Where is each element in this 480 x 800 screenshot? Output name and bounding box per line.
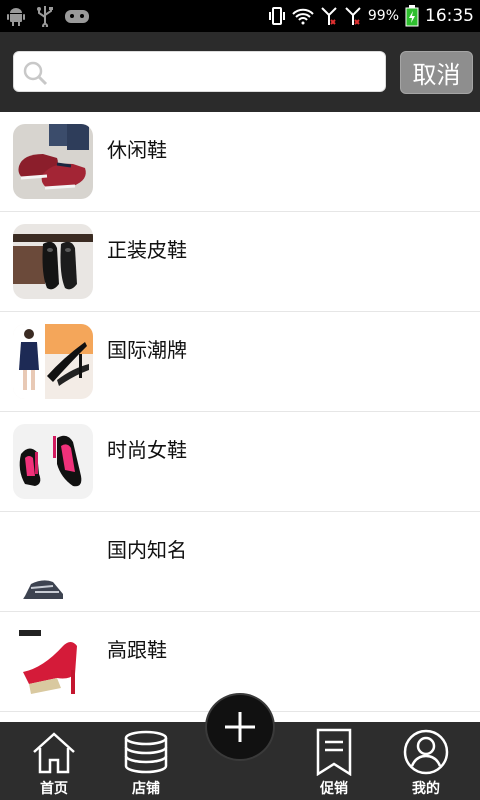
wifi-icon <box>292 8 314 25</box>
nav-item-promotion[interactable]: 促销 <box>286 722 382 800</box>
battery-percent: 99% <box>367 8 399 24</box>
bookmark-icon <box>316 728 352 776</box>
status-left <box>6 5 90 27</box>
list-item[interactable]: 正装皮鞋 <box>0 212 480 312</box>
list-item-label: 国内知名 <box>107 538 187 562</box>
status-time: 16:35 <box>425 6 474 26</box>
status-bar: 99% 16:35 <box>0 0 480 32</box>
high-heels-image <box>13 624 93 699</box>
domestic-brand-image <box>13 524 93 599</box>
home-icon <box>33 732 75 774</box>
nav-item-mine[interactable]: 我的 <box>378 722 474 800</box>
list-item[interactable]: 休闲鞋 <box>0 112 480 212</box>
battery-charging-icon <box>405 5 419 27</box>
nav-label: 我的 <box>412 781 440 797</box>
status-right: 99% 16:35 <box>268 5 474 27</box>
nav-label: 店铺 <box>132 781 160 797</box>
category-list: 休闲鞋 正装皮鞋 国际潮牌 时尚女鞋 国内知名 高跟鞋 <box>0 112 480 722</box>
casual-shoes-image <box>13 124 93 199</box>
nav-label: 首页 <box>40 781 68 797</box>
database-icon <box>124 730 168 774</box>
list-item[interactable]: 国际潮牌 <box>0 312 480 412</box>
list-item[interactable]: 国内知名 <box>0 512 480 612</box>
add-button[interactable] <box>207 695 273 759</box>
cancel-button[interactable]: 取消 <box>400 51 473 94</box>
signal-1-icon <box>321 7 337 25</box>
nav-label: 促销 <box>320 781 348 797</box>
game-controller-icon <box>65 10 89 23</box>
plus-icon <box>225 712 255 742</box>
user-icon <box>403 729 449 775</box>
search-header: 取消 <box>0 32 480 112</box>
formal-leather-shoes-image <box>13 224 93 299</box>
signal-2-icon <box>345 7 361 25</box>
list-item-label: 高跟鞋 <box>107 638 167 662</box>
fashion-women-shoes-image <box>13 424 93 499</box>
search-icon <box>23 61 48 86</box>
search-box[interactable] <box>13 51 386 93</box>
list-item[interactable]: 时尚女鞋 <box>0 412 480 512</box>
android-icon <box>7 8 25 26</box>
international-trend-brand-image <box>13 324 93 399</box>
search-input[interactable] <box>58 52 382 93</box>
list-item-label: 时尚女鞋 <box>107 438 187 462</box>
nav-item-home[interactable]: 首页 <box>6 722 102 800</box>
list-item-label: 休闲鞋 <box>107 138 167 162</box>
list-item-label: 正装皮鞋 <box>107 238 187 262</box>
list-item-label: 国际潮牌 <box>107 338 187 362</box>
vibrate-icon <box>268 7 285 25</box>
usb-icon <box>37 6 53 27</box>
nav-item-shop[interactable]: 店铺 <box>98 722 194 800</box>
